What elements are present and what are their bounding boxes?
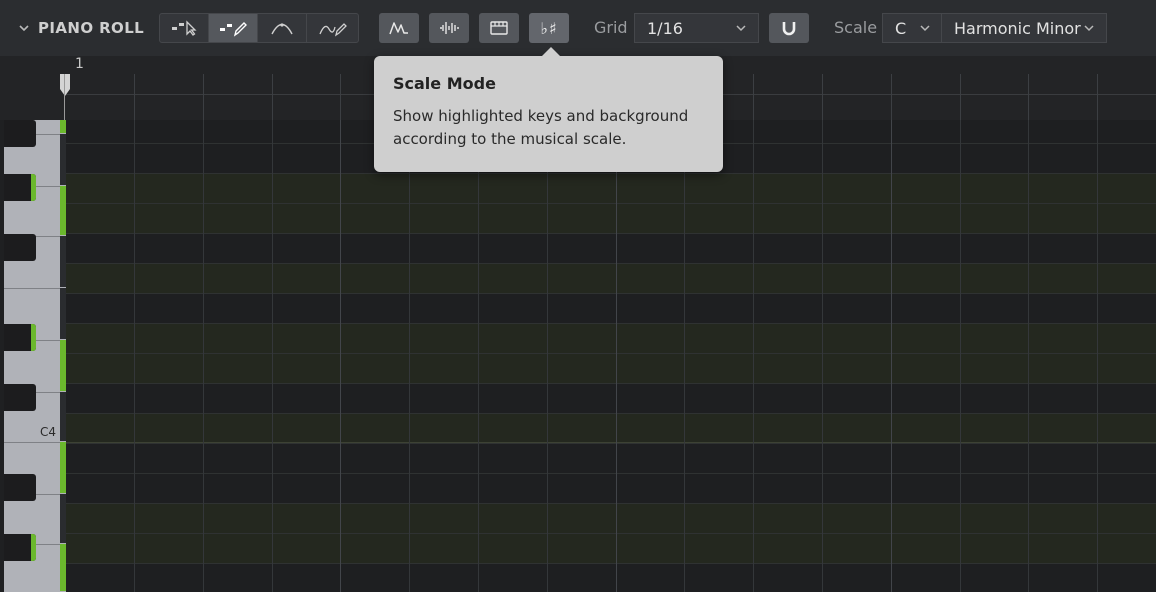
magnet-icon [782,22,796,36]
ruler-gridline [891,74,892,120]
beat-gridline [272,120,273,592]
white-key-edge [4,288,60,289]
pitch-lane[interactable] [66,474,1156,504]
beat-gridline [340,120,341,592]
pitch-lane[interactable] [66,384,1156,414]
curve-tool-button[interactable] [258,14,307,42]
chevron-down-icon [18,22,30,34]
beat-gridline [547,120,548,592]
beat-gridline [753,120,754,592]
scale-mode-button[interactable]: ♭♯ [529,13,569,43]
pencil-icon [220,22,247,37]
curve-icon [271,23,293,35]
scale-mode-tooltip: Scale Mode Show highlighted keys and bac… [374,47,723,172]
chevron-down-icon [734,21,748,35]
grid-label: Grid [594,18,628,37]
beat-gridline [822,120,823,592]
tooltip-title: Scale Mode [393,74,496,93]
ruler-gridline [340,74,341,120]
pitch-lane[interactable] [66,444,1156,474]
pitch-lane[interactable] [66,354,1156,384]
panel-title-toggle[interactable]: PIANO ROLL [18,17,144,39]
pitch-lane[interactable] [66,264,1156,294]
ruler-gridline [1028,74,1029,120]
ruler-gridline [960,74,961,120]
black-key[interactable] [4,324,36,351]
beat-gridline [203,120,204,592]
scale-highlight-marker [31,324,36,351]
beat-gridline [960,120,961,592]
beat-gridline [684,120,685,592]
beat-gridline [891,120,892,592]
white-key-edge [4,442,60,443]
scale-type-select[interactable]: Harmonic Minor [941,13,1107,43]
chevron-down-icon [918,21,932,35]
clip-view-button[interactable] [479,13,519,43]
pitch-lane[interactable] [66,174,1156,204]
chevron-down-icon [1082,21,1096,35]
pitch-lane[interactable] [66,234,1156,264]
pitch-lane[interactable] [66,324,1156,354]
snap-button[interactable] [769,13,809,43]
pitch-lane[interactable] [66,204,1156,234]
black-key[interactable] [4,174,36,201]
panel-title: PIANO ROLL [38,19,145,37]
toolbar: PIANO ROLL ♭♯ Grid 1/16 Scale C Harmonic… [0,0,1156,56]
pitch-lane[interactable] [66,534,1156,564]
beat-gridline [478,120,479,592]
c4-label: C4 [40,425,57,439]
beat-gridline [1097,120,1098,592]
bar-number: 1 [75,56,84,72]
ruler-gridline [134,74,135,120]
ruler-gridline [753,74,754,120]
playhead-marker-icon[interactable] [58,74,72,98]
tooltip-body: Show highlighted keys and background acc… [393,107,689,148]
black-key[interactable] [4,384,36,411]
black-key[interactable] [4,234,36,261]
scale-root-select[interactable]: C [882,13,942,43]
wave-icon [389,22,408,35]
beat-gridline [409,120,410,592]
ruler-gridline [1097,74,1098,120]
waveform-icon [440,22,459,34]
beat-gridline [616,120,617,592]
playhead-line [64,74,65,120]
black-key[interactable] [4,534,36,561]
scale-label: Scale [834,18,878,37]
note-grid[interactable] [66,120,1156,592]
scale-highlight-marker [31,534,36,561]
black-key[interactable] [4,120,36,147]
ruler-gridline [203,74,204,120]
pitch-lane[interactable] [66,294,1156,324]
audio-waveform-button[interactable] [429,13,469,43]
scale-highlight-marker [31,174,36,201]
piano-keyboard[interactable]: C4 [4,120,66,592]
pitch-lane[interactable] [66,414,1156,444]
pitch-lane[interactable] [66,564,1156,592]
grid-value: 1/16 [647,18,683,38]
select-arrow-icon [172,20,197,36]
black-key[interactable] [4,474,36,501]
draw-tool-button[interactable] [209,14,258,42]
scale-root-value: C [895,18,907,38]
freehand-icon [318,23,347,37]
ruler-gridline [822,74,823,120]
clip-icon [490,21,508,35]
freehand-tool-button[interactable] [307,14,356,42]
ruler-gridline [272,74,273,120]
beat-gridline [134,120,135,592]
pitch-lane[interactable] [66,504,1156,534]
select-tool-button[interactable] [160,14,209,42]
velocity-curve-button[interactable] [379,13,419,43]
scale-type-value: Harmonic Minor [954,18,1081,38]
grid-select[interactable]: 1/16 [634,13,759,43]
flat-sharp-icon: ♭♯ [540,18,558,38]
tool-mode-group [159,13,359,43]
beat-gridline [1028,120,1029,592]
c4-divider [66,442,1156,443]
